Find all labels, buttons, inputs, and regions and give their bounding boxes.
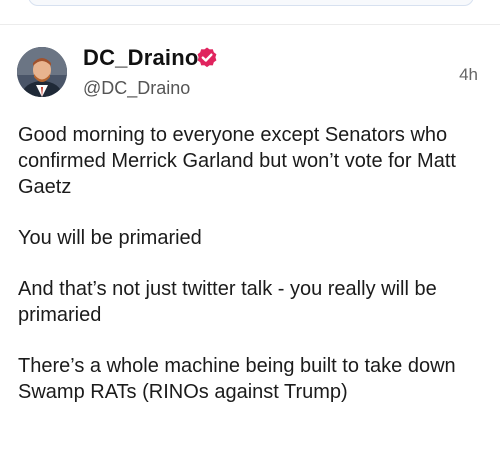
top-strip: [0, 0, 500, 24]
post-paragraph: And that’s not just twitter talk - you r…: [18, 278, 437, 326]
timestamp[interactable]: 4h: [459, 65, 478, 85]
post-paragraph: There’s a whole machine being built to t…: [18, 355, 456, 403]
avatar-image: [17, 47, 67, 97]
post-paragraph: Good morning to everyone except Senators…: [18, 124, 456, 198]
handle[interactable]: @DC_Draino: [83, 78, 190, 99]
post-card[interactable]: DC_Draino @DC_Draino 4h Good morning to …: [0, 25, 500, 450]
post-paragraph: You will be primaried: [18, 227, 202, 249]
verified-badge-icon: [197, 47, 217, 68]
post-body: Good morning to everyone except Senators…: [18, 122, 486, 405]
search-bar-edge[interactable]: [28, 0, 474, 6]
display-name[interactable]: DC_Draino: [83, 45, 199, 71]
avatar[interactable]: [17, 47, 67, 97]
